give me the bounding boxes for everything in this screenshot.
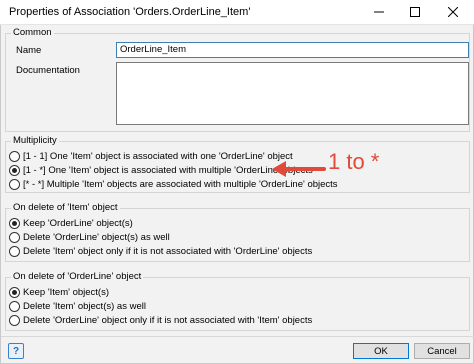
multiplicity-option-one-to-one[interactable]: [1 - 1] One 'Item' object is associated … [9, 150, 293, 162]
radio-label: Delete 'OrderLine' object only if it is … [23, 314, 313, 326]
close-button[interactable] [436, 0, 470, 24]
radio-label: Keep 'OrderLine' object(s) [23, 217, 133, 229]
radio-button[interactable] [9, 150, 20, 162]
radio-button[interactable] [9, 286, 20, 298]
on-delete-item-group: On delete of 'Item' object Keep 'OrderLi… [5, 202, 470, 262]
radio-button[interactable] [9, 178, 20, 190]
on-delete-item-group-label: On delete of 'Item' object [11, 202, 120, 213]
radio-button[interactable] [9, 217, 20, 229]
annotation-label: 1 to * [328, 149, 380, 174]
window-title: Properties of Association 'Orders.OrderL… [9, 6, 251, 18]
help-button[interactable]: ? [8, 343, 24, 359]
radio-label: Delete 'Item' object(s) as well [23, 300, 146, 312]
common-group: Common Name OrderLine_Item Documentation [5, 27, 470, 132]
on-delete-orderline-option-delete[interactable]: Delete 'Item' object(s) as well [9, 300, 146, 312]
documentation-label: Documentation [16, 65, 80, 76]
ok-button[interactable]: OK [353, 343, 409, 359]
radio-button[interactable] [9, 245, 20, 257]
minimize-icon [374, 11, 384, 13]
radio-button[interactable] [9, 164, 20, 176]
radio-label: [1 - 1] One 'Item' object is associated … [23, 150, 293, 162]
on-delete-orderline-option-keep[interactable]: Keep 'Item' object(s) [9, 286, 109, 298]
radio-label: Keep 'Item' object(s) [23, 286, 109, 298]
radio-label: [1 - *] One 'Item' object is associated … [23, 164, 313, 176]
on-delete-item-option-conditional[interactable]: Delete 'Item' object only if it is not a… [9, 245, 312, 257]
footer-separator [1, 336, 474, 337]
on-delete-item-option-keep[interactable]: Keep 'OrderLine' object(s) [9, 217, 133, 229]
radio-button[interactable] [9, 300, 20, 312]
radio-label: Delete 'OrderLine' object(s) as well [23, 231, 170, 243]
dialog-body: Common Name OrderLine_Item Documentation… [0, 25, 474, 364]
name-label: Name [16, 45, 42, 56]
help-icon: ? [12, 345, 20, 357]
maximize-icon [410, 7, 420, 17]
radio-button[interactable] [9, 314, 20, 326]
name-input[interactable]: OrderLine_Item [116, 42, 469, 58]
radio-button[interactable] [9, 231, 20, 243]
title-bar: Properties of Association 'Orders.OrderL… [0, 0, 474, 25]
on-delete-orderline-group-label: On delete of 'OrderLine' object [11, 271, 144, 282]
on-delete-orderline-option-conditional[interactable]: Delete 'OrderLine' object only if it is … [9, 314, 312, 326]
common-group-label: Common [11, 27, 54, 38]
multiplicity-group: Multiplicity [1 - 1] One 'Item' object i… [5, 135, 470, 193]
radio-label: Delete 'Item' object only if it is not a… [23, 245, 313, 257]
documentation-textarea[interactable] [116, 62, 469, 125]
close-icon [448, 7, 458, 17]
maximize-button[interactable] [398, 0, 432, 24]
on-delete-item-option-delete[interactable]: Delete 'OrderLine' object(s) as well [9, 231, 170, 243]
multiplicity-option-one-to-many[interactable]: [1 - *] One 'Item' object is associated … [9, 164, 313, 176]
on-delete-orderline-group: On delete of 'OrderLine' object Keep 'It… [5, 271, 470, 331]
multiplicity-group-label: Multiplicity [11, 135, 59, 146]
minimize-button[interactable] [362, 0, 396, 24]
cancel-button[interactable]: Cancel [414, 343, 470, 359]
